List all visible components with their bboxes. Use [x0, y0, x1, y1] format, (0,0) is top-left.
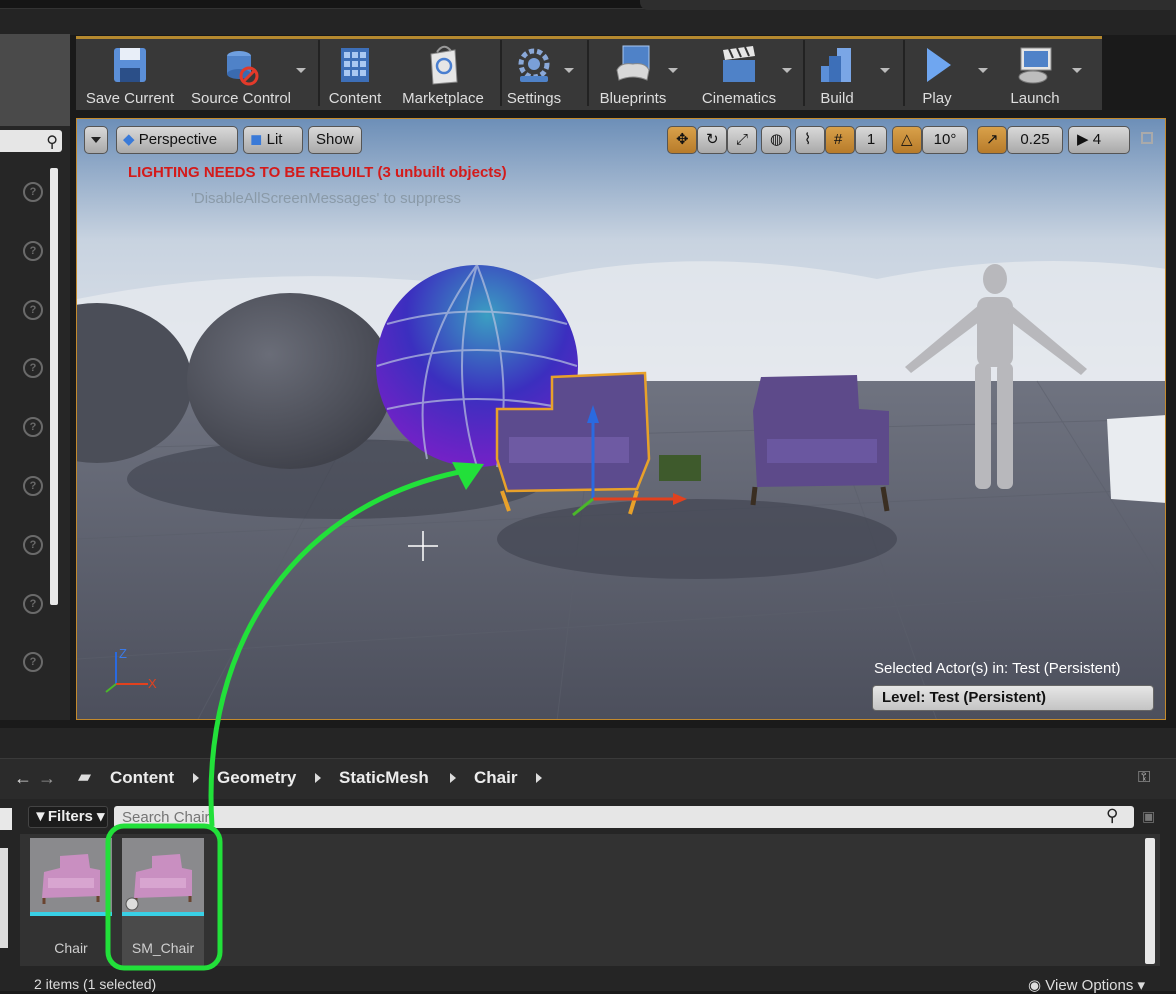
drag-arrow [208, 467, 471, 827]
highlight-box [105, 823, 223, 971]
drag-arrow-head [452, 462, 484, 490]
drag-annotation-overlay [105, 462, 484, 971]
